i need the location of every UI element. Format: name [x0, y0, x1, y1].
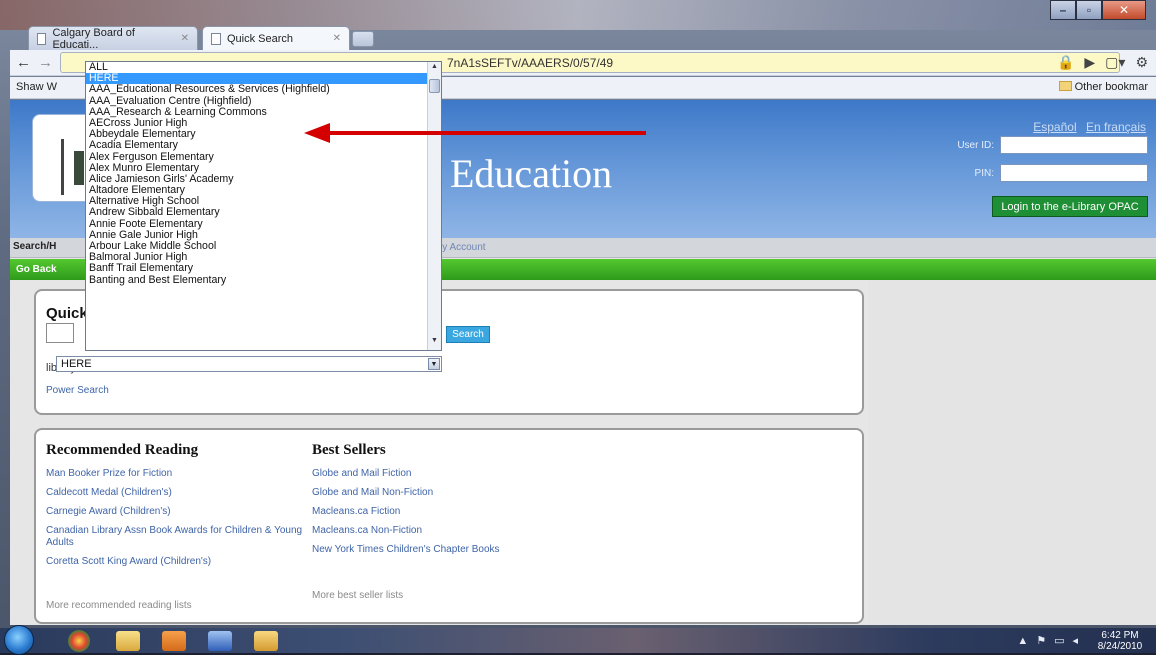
dropdown-option[interactable]: Acadia Elementary [86, 140, 441, 151]
start-orb-icon[interactable] [4, 625, 34, 655]
pin-label: PIN: [974, 168, 994, 179]
best-sellers-title: Best Sellers [312, 442, 386, 458]
clock[interactable]: 6:42 PM 8/24/2010 [1090, 630, 1150, 652]
tab-calgary-board[interactable]: Calgary Board of Educati... ✕ [28, 26, 198, 51]
best-seller-link[interactable]: Macleans.ca Fiction [312, 506, 572, 518]
page-icon [37, 32, 47, 45]
dropdown-scrollbar[interactable]: ▲ ▼ [427, 62, 441, 350]
scroll-down-icon[interactable]: ▼ [428, 337, 441, 349]
recommended-link[interactable]: Coretta Scott King Award (Children's) [46, 556, 316, 568]
pin-input[interactable] [1000, 164, 1148, 182]
best-seller-link[interactable]: Macleans.ca Non-Fiction [312, 525, 572, 537]
tab-label: Calgary Board of Educati... [52, 26, 135, 51]
forward-arrow-icon[interactable]: → [38, 54, 53, 71]
wrench-icon[interactable]: ⚙ [1135, 54, 1148, 71]
url-text: 7nA1sSEFTv/AAAERS/0/57/49 [447, 56, 614, 70]
dropdown-option[interactable]: Andrew Sibbald Elementary [86, 207, 441, 218]
system-tray[interactable]: ▲⚑▭◂ [1017, 634, 1086, 647]
recommended-link[interactable]: Man Booker Prize for Fiction [46, 468, 316, 480]
minimize-button[interactable]: – [1050, 0, 1076, 20]
window-controls: – ▫ ✕ [1050, 0, 1146, 20]
tab-quick-search[interactable]: Quick Search ✕ [202, 26, 350, 50]
page-menu-icon[interactable]: ▶ [1084, 54, 1095, 71]
clock-date: 8/24/2010 [1097, 641, 1143, 652]
browser-window: – ▫ ✕ Calgary Board of Educati... ✕ Quic… [0, 0, 1156, 628]
dropdown-option[interactable]: Banff Trail Elementary [86, 263, 441, 274]
lock-icon[interactable]: 🔒 [1057, 54, 1074, 71]
search-input[interactable] [46, 323, 74, 343]
page-title: Education [450, 151, 613, 196]
library-select-value: HERE [61, 358, 92, 370]
recommended-reading-title: Recommended Reading [46, 442, 199, 458]
outlook-icon[interactable] [254, 631, 278, 651]
best-seller-link[interactable]: Globe and Mail Non-Fiction [312, 487, 572, 499]
scroll-thumb[interactable] [429, 79, 440, 93]
close-tab-icon[interactable]: ✕ [181, 33, 189, 44]
power-search-link[interactable]: Power Search [46, 385, 109, 396]
new-tab-icon[interactable] [352, 31, 374, 47]
recommended-link[interactable]: Caldecott Medal (Children's) [46, 487, 316, 499]
dropdown-option[interactable]: Banting and Best Elementary [86, 274, 441, 286]
library-dropdown-list[interactable]: ALL HERE AAA_Educational Resources & Servi… [85, 61, 442, 351]
other-bookmarks-label: Other bookmar [1074, 81, 1148, 93]
chrome-icon[interactable] [68, 630, 90, 652]
user-id-input[interactable] [1000, 136, 1148, 154]
recommended-links: Man Booker Prize for Fiction Caldecott M… [46, 468, 316, 575]
go-back-button[interactable]: Go Back [16, 264, 57, 275]
chevron-down-icon[interactable]: ▼ [428, 358, 440, 370]
close-window-button[interactable]: ✕ [1102, 0, 1146, 20]
link-francais[interactable]: En français [1086, 120, 1146, 134]
nav-search-tab[interactable]: Search/H [13, 241, 56, 252]
user-id-label: User ID: [957, 140, 994, 151]
more-recommended-link[interactable]: More recommended reading lists [46, 600, 192, 611]
media-player-icon[interactable] [162, 631, 186, 651]
reading-lists-panel: Recommended Reading Man Booker Prize for… [34, 428, 864, 624]
right-gutter [868, 280, 1156, 625]
back-arrow-icon[interactable]: ← [16, 54, 31, 71]
best-seller-link[interactable]: New York Times Children's Chapter Books [312, 544, 572, 556]
folder-icon [1058, 81, 1072, 91]
explorer-icon[interactable] [116, 631, 140, 651]
dropdown-option[interactable]: AAA_Educational Resources & Services (Hi… [86, 84, 441, 95]
link-espanol[interactable]: Español [1033, 120, 1076, 134]
dropdown-option[interactable]: Alex Ferguson Elementary [86, 151, 441, 163]
library-select[interactable]: HERE ▼ [56, 356, 442, 372]
quick-search-title: Quick [46, 305, 88, 322]
tab-label: Quick Search [227, 32, 294, 45]
dropdown-option[interactable]: ALL [86, 62, 441, 73]
login-button[interactable]: Login to the e-Library OPAC [992, 196, 1148, 217]
word-icon[interactable] [208, 631, 232, 651]
annotation-arrow-head-icon [304, 123, 330, 143]
other-bookmarks[interactable]: Other bookmar [1058, 81, 1148, 93]
scroll-up-icon[interactable]: ▲ [428, 63, 441, 75]
more-best-sellers-link[interactable]: More best seller lists [312, 590, 403, 601]
close-tab-icon[interactable]: ✕ [333, 33, 341, 44]
best-seller-links: Globe and Mail Fiction Globe and Mail No… [312, 468, 572, 563]
recommended-link[interactable]: Carnegie Award (Children's) [46, 506, 316, 518]
bookmark-shaw[interactable]: Shaw W [16, 81, 57, 93]
maximize-button[interactable]: ▫ [1076, 0, 1102, 20]
page-icon [211, 32, 221, 45]
annotation-arrow-shaft [328, 131, 646, 135]
taskbar: ▲⚑▭◂ 6:42 PM 8/24/2010 [0, 625, 1156, 655]
best-seller-link[interactable]: Globe and Mail Fiction [312, 468, 572, 480]
recommended-link[interactable]: Canadian Library Assn Book Awards for Ch… [46, 525, 316, 549]
clock-time: 6:42 PM [1101, 630, 1139, 641]
page-menu-icon[interactable]: ▢▾ [1105, 54, 1125, 71]
nav-my-account[interactable]: ly Account [440, 242, 486, 253]
language-links: Español En français [1027, 120, 1146, 134]
toolbar-right: 🔒 ▶ ▢▾ ⚙ [1057, 54, 1148, 71]
search-button[interactable]: Search [446, 326, 490, 343]
